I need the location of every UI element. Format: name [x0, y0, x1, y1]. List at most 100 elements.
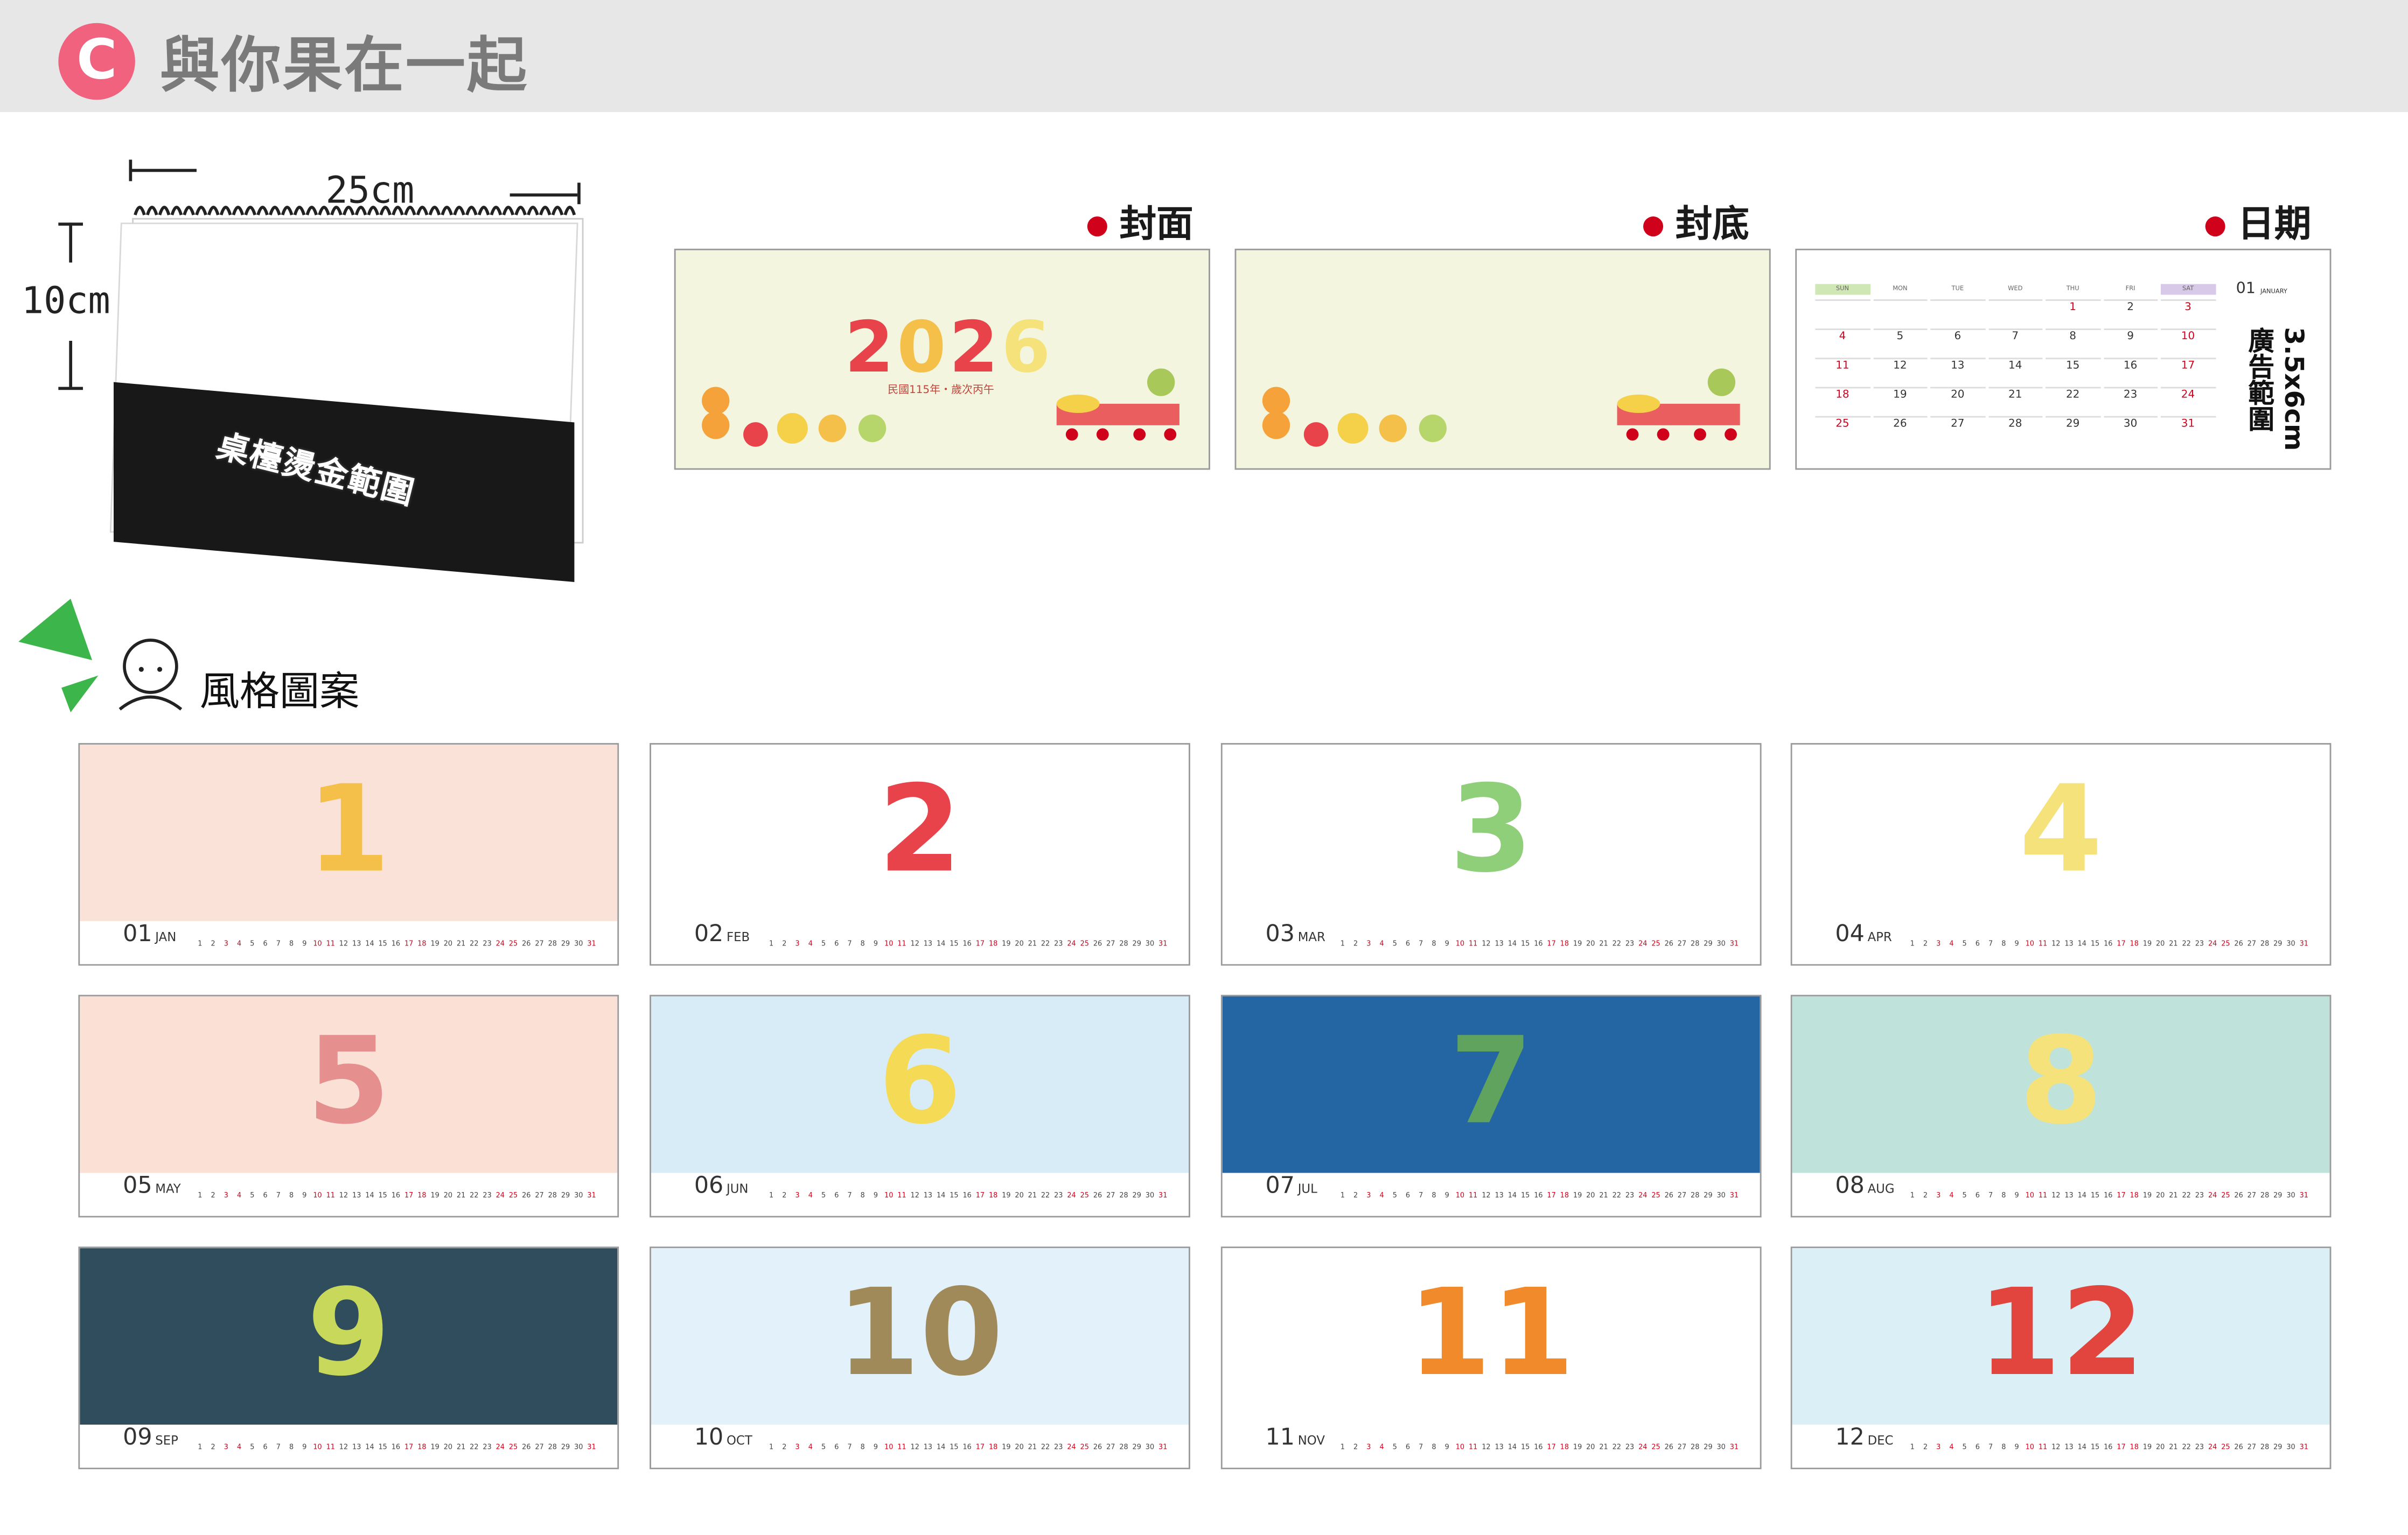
date-cell: 21 [1988, 387, 2043, 415]
month-number: 05 MAY [123, 1171, 181, 1199]
red-dot-icon [1087, 215, 1107, 236]
month-card-jul: 7 07 JUL 1 2 3 4 5 6 7 8 9 10 11 12 13 14 15 16 17 18 19 20 21 2… [1220, 994, 1762, 1218]
month-card-jan: 1 01 JAN 1 2 3 4 5 6 7 8 9 10 11 12 13 14 15 16 17 18 19 20 21 2… [78, 743, 619, 966]
girl-face-icon [118, 639, 183, 711]
month-big-digit: 4 [2019, 761, 2103, 900]
red-dot-icon [2205, 215, 2225, 236]
date-cell: 31 [2160, 416, 2216, 444]
month-big-digit: 8 [2019, 1013, 2103, 1152]
month-number: 02 FEB [694, 919, 750, 948]
month-big-digit: 12 [1977, 1265, 2145, 1404]
month-card-oct: 10 10 OCT 1 2 3 4 5 6 7 8 9 10 11 12 13 14 15 16 17 18 19 20 21… [650, 1246, 1190, 1469]
month-big-digit: 5 [306, 1013, 390, 1152]
month-artwork: 9 [80, 1248, 618, 1425]
height-dim-bottom-tick [58, 387, 83, 390]
leaf-icon [18, 599, 99, 713]
month-abbr: AUG [1867, 1182, 1895, 1196]
month-big-digit: 1 [306, 761, 390, 900]
month-abbr: MAY [155, 1182, 181, 1196]
month-card-jun: 6 06 JUN 1 2 3 4 5 6 7 8 9 10 11 12 13 14 15 16 17 18 19 20 21 2… [650, 994, 1190, 1218]
date-cell: 22 [2046, 387, 2100, 415]
month-abbr: JAN [155, 930, 177, 944]
month-big-digit: 11 [1407, 1265, 1575, 1404]
month-artwork: 6 [651, 996, 1189, 1173]
date-cell: 10 [2160, 328, 2216, 356]
month-artwork: 7 [1222, 996, 1760, 1173]
month-number: 07 JUL [1265, 1171, 1317, 1199]
back-label: 封底 [1643, 193, 1749, 247]
height-dim-top-line [69, 222, 73, 263]
date-cell: 15 [2046, 358, 2100, 385]
date-cell: 12 [1873, 358, 1928, 385]
date-cell: 20 [1930, 387, 1985, 415]
front-cover-sample: 2026 民國115年・歲次丙午 [674, 248, 1210, 470]
month-abbr: APR [1867, 930, 1892, 944]
date-cell: 13 [1930, 358, 1985, 385]
month-card-apr: 4 04 APR 1 2 3 4 5 6 7 8 9 10 11 12 13 14 15 16 17 18 19 20 21 2… [1790, 743, 2332, 966]
month-day-row: 1 2 3 4 5 6 7 8 9 10 11 12 13 14 15 16 17 18 19 20 21 22 23 24 2… [769, 1193, 1168, 1201]
red-dot-icon [1643, 215, 1664, 236]
month-artwork: 1 [80, 744, 618, 921]
weekday-header: WED [2008, 284, 2023, 292]
month-card-nov: 11 11 NOV 1 2 3 4 5 6 7 8 9 10 11 12 13 14 15 16 17 18 19 20 21… [1220, 1246, 1762, 1469]
month-day-row: 1 2 3 4 5 6 7 8 9 10 11 12 13 14 15 16 17 18 19 20 21 22 23 24 2… [1910, 1445, 2308, 1453]
front-label: 封面 [1087, 193, 1193, 247]
date-cell: 2 [2103, 299, 2158, 327]
date-cell: 3 [2160, 299, 2216, 327]
catalog-page: C 與你果在一起 25cm 10cm 桌檯燙金範圍 封面 封底 日期 2026 … [0, 0, 2408, 1535]
month-day-row: 1 2 3 4 5 6 7 8 9 10 11 12 13 14 15 16 17 18 19 20 21 22 23 24 2… [198, 1445, 596, 1453]
date-cell: 5 [1873, 328, 1928, 356]
month-day-row: 1 2 3 4 5 6 7 8 9 10 11 12 13 14 15 16 17 18 19 20 21 22 23 24 2… [769, 1445, 1168, 1453]
date-cell: 23 [2103, 387, 2158, 415]
weekday-header: SAT [2160, 284, 2216, 295]
weekday-header: FRI [2125, 284, 2135, 292]
month-number: 11 NOV [1265, 1423, 1325, 1451]
month-big-digit: 10 [836, 1265, 1003, 1404]
month-number: 04 APR [1835, 919, 1892, 948]
date-cell: 24 [2160, 387, 2216, 415]
month-number: 06 JUN [694, 1171, 749, 1199]
month-number: 10 OCT [694, 1423, 752, 1451]
month-big-digit: 7 [1449, 1013, 1533, 1152]
weekday-header: SUN [1815, 284, 1870, 295]
date-cell: 17 [2160, 358, 2216, 385]
month-day-row: 1 2 3 4 5 6 7 8 9 10 11 12 13 14 15 16 17 18 19 20 21 22 23 24 2… [769, 941, 1168, 949]
month-number: 12 DEC [1835, 1423, 1894, 1451]
month-abbr: SEP [155, 1434, 178, 1448]
date-label: 日期 [2205, 193, 2311, 247]
date-cell: 7 [1988, 328, 2043, 356]
month-number: 03 MAR [1265, 919, 1325, 948]
date-cell: 8 [2046, 328, 2100, 356]
month-abbr: NOV [1297, 1434, 1325, 1448]
month-card-aug: 8 08 AUG 1 2 3 4 5 6 7 8 9 10 11 12 13 14 15 16 17 18 19 20 21 2… [1790, 994, 2332, 1218]
date-cell: 18 [1815, 387, 1870, 415]
month-artwork: 5 [80, 996, 618, 1173]
date-cell [1873, 299, 1928, 327]
style-section-label: 風格圖案 [199, 669, 360, 716]
series-title: 與你果在一起 [159, 32, 528, 102]
date-cell: 27 [1930, 416, 1985, 444]
date-cell: 28 [1988, 416, 2043, 444]
date-cell: 9 [2103, 328, 2158, 356]
weekday-header: THU [2066, 284, 2079, 292]
back-cover-sample [1234, 248, 1771, 470]
width-dim-left-tick [129, 159, 132, 181]
month-big-digit: 6 [878, 1013, 962, 1152]
date-cell: 6 [1930, 328, 1985, 356]
month-abbr: OCT [726, 1434, 752, 1448]
month-abbr: FEB [726, 930, 750, 944]
ad-area-label: 3.5x6cm 廣告範圍 [2242, 327, 2308, 451]
month-card-dec: 12 12 DEC 1 2 3 4 5 6 7 8 9 10 11 12 13 14 15 16 17 18 19 20 21… [1790, 1246, 2332, 1469]
month-card-sep: 9 09 SEP 1 2 3 4 5 6 7 8 9 10 11 12 13 14 15 16 17 18 19 20 21 2… [78, 1246, 619, 1469]
month-big-digit: 9 [306, 1265, 390, 1404]
header-bar: C 與你果在一起 [0, 0, 2408, 113]
date-cell: 25 [1815, 416, 1870, 444]
month-day-row: 1 2 3 4 5 6 7 8 9 10 11 12 13 14 15 16 17 18 19 20 21 22 23 24 2… [198, 941, 596, 949]
date-month-heading: 01 JANUARY [2236, 281, 2287, 298]
month-number: 09 SEP [123, 1423, 178, 1451]
month-artwork: 11 [1222, 1248, 1760, 1425]
date-cell: 11 [1815, 358, 1870, 385]
date-cell: 30 [2103, 416, 2158, 444]
weekday-header: TUE [1951, 284, 1964, 292]
date-cell [1815, 299, 1870, 327]
